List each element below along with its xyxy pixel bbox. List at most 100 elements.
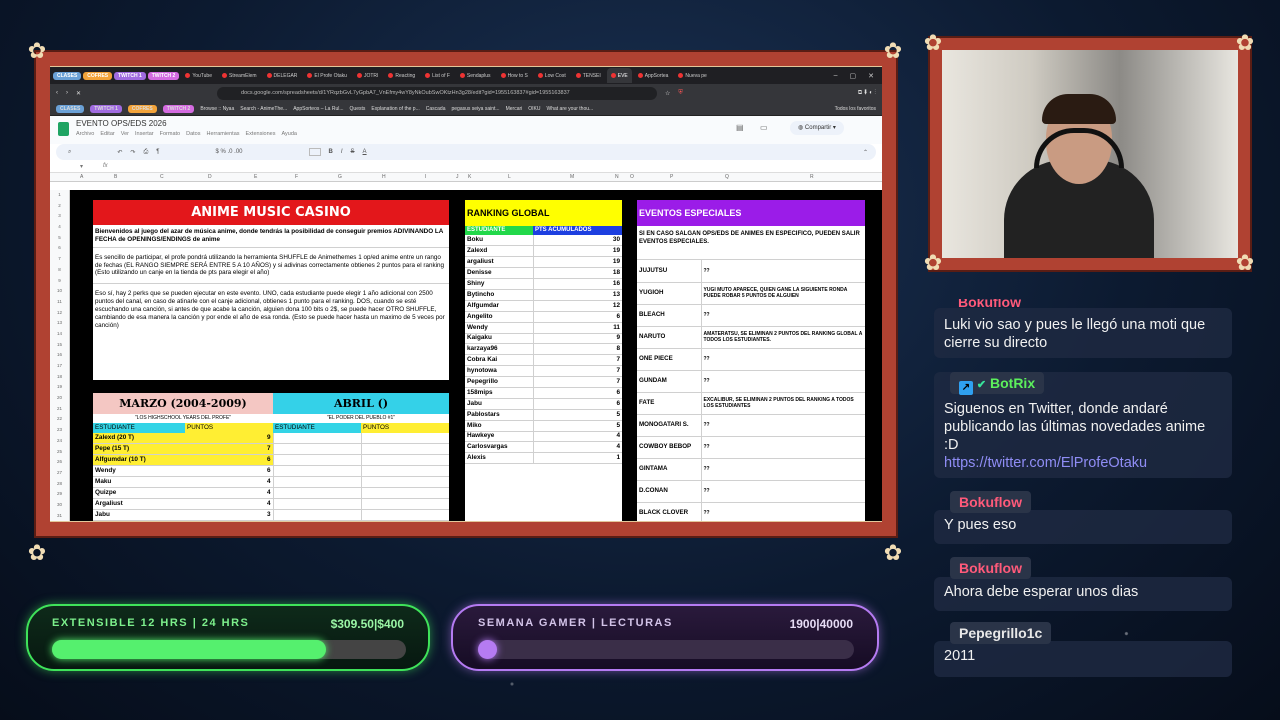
collapse-toolbar-icon[interactable]: ⌃: [863, 149, 876, 156]
row-header[interactable]: 7: [50, 254, 69, 265]
brave-shield-icon[interactable]: ⛨: [678, 90, 683, 97]
bookmark-item[interactable]: pegasus seiya saint...: [451, 106, 499, 112]
forward-icon[interactable]: ›: [66, 90, 68, 96]
stop-icon[interactable]: ✕: [76, 90, 81, 97]
paint-format-icon[interactable]: ¶: [156, 149, 159, 155]
column-header[interactable]: E: [254, 174, 257, 180]
name-box[interactable]: ▾: [80, 163, 83, 170]
close-icon[interactable]: ✕: [868, 72, 874, 80]
browser-tab[interactable]: StreamElem: [218, 73, 261, 79]
row-header[interactable]: 22: [50, 414, 69, 425]
redo-icon[interactable]: ↷: [130, 149, 135, 156]
tab-group-1[interactable]: COFRES: [83, 71, 113, 80]
row-header[interactable]: 29: [50, 489, 69, 500]
row-header[interactable]: 30: [50, 500, 69, 511]
column-header[interactable]: P: [670, 174, 673, 180]
minimize-icon[interactable]: –: [834, 72, 838, 80]
tab-group-2[interactable]: TWITCH 1: [114, 71, 146, 80]
column-header[interactable]: J: [456, 174, 459, 180]
column-header[interactable]: D: [208, 174, 212, 180]
bookmark-item[interactable]: What are your thou...: [546, 106, 593, 112]
bookmark-item[interactable]: Todos los favoritos: [835, 106, 876, 112]
share-button[interactable]: ◍ Compartir ▾: [790, 121, 844, 135]
print-icon[interactable]: ⎙: [143, 149, 148, 156]
column-header[interactable]: G: [338, 174, 342, 180]
bookmark-item[interactable]: AppSorteos – La Rul...: [293, 106, 343, 112]
browser-tab[interactable]: Sendaplus: [456, 73, 495, 79]
row-header[interactable]: 27: [50, 468, 69, 479]
tab-group-0[interactable]: CLASES: [53, 71, 82, 80]
row-header[interactable]: 21: [50, 404, 69, 415]
column-header[interactable]: Q: [725, 174, 729, 180]
menu-item[interactable]: Formato: [160, 131, 180, 137]
browser-tab[interactable]: Nueva pe: [674, 73, 710, 79]
menu-item[interactable]: Insertar: [135, 131, 154, 137]
row-header[interactable]: 16: [50, 350, 69, 361]
browser-tab[interactable]: El Profe Otaku: [303, 73, 351, 79]
bookmark-item[interactable]: Cascada: [426, 106, 446, 112]
formula-bar[interactable]: ▾ fx: [50, 160, 882, 173]
row-header[interactable]: 4: [50, 222, 69, 233]
row-header[interactable]: 28: [50, 479, 69, 490]
row-header[interactable]: 3: [50, 211, 69, 222]
undo-icon[interactable]: ↶: [117, 149, 122, 156]
row-header[interactable]: 26: [50, 457, 69, 468]
row-header[interactable]: 14: [50, 329, 69, 340]
row-header[interactable]: 11: [50, 297, 69, 308]
menu-item[interactable]: Ayuda: [281, 131, 297, 137]
bookmark-item[interactable]: COFRES: [127, 104, 157, 113]
row-header[interactable]: 24: [50, 436, 69, 447]
column-header[interactable]: M: [570, 174, 574, 180]
strikethrough-icon[interactable]: S: [351, 149, 355, 155]
column-header[interactable]: H: [382, 174, 386, 180]
row-header[interactable]: 6: [50, 243, 69, 254]
bookmark-item[interactable]: CLASES: [56, 104, 85, 113]
bookmark-item[interactable]: TWITCH 1: [90, 104, 122, 113]
bold-icon[interactable]: B: [329, 149, 333, 155]
menu-item[interactable]: Herramientas: [207, 131, 240, 137]
bookmark-star-icon[interactable]: ☆: [665, 90, 670, 97]
bookmark-item[interactable]: Quests: [350, 106, 366, 112]
row-header[interactable]: 9: [50, 276, 69, 287]
column-header[interactable]: A: [80, 174, 83, 180]
column-header[interactable]: N: [615, 174, 619, 180]
browser-tab[interactable]: Reacting: [384, 73, 419, 79]
bookmark-item[interactable]: OIKU: [528, 106, 540, 112]
row-header[interactable]: 25: [50, 447, 69, 458]
bookmark-item[interactable]: Browse :: Nyaa: [200, 106, 234, 112]
bookmark-item[interactable]: Search - AnimeThe...: [240, 106, 287, 112]
row-header[interactable]: 15: [50, 340, 69, 351]
text-color-icon[interactable]: A: [363, 149, 367, 155]
browser-tab[interactable]: DELEGAR: [263, 73, 302, 79]
doc-title[interactable]: EVENTO OPS/EDS 2026: [76, 119, 167, 128]
column-header[interactable]: C: [160, 174, 164, 180]
menu-item[interactable]: Ver: [121, 131, 129, 137]
row-header[interactable]: 10: [50, 286, 69, 297]
browser-tab[interactable]: List of F: [421, 73, 454, 79]
currency-icon[interactable]: $ % .0 .00: [215, 149, 242, 155]
menu-item[interactable]: Archivo: [76, 131, 94, 137]
row-header[interactable]: 1: [50, 190, 69, 201]
search-icon[interactable]: ⌕: [68, 149, 71, 156]
browser-tab[interactable]: JOTRI: [353, 73, 382, 79]
browser-tab[interactable]: AppSortea: [634, 73, 673, 79]
extensions-icon[interactable]: ⧉ ⬇ ◐ ⋮: [858, 90, 876, 97]
meet-icon[interactable]: ▭: [760, 123, 768, 132]
column-header[interactable]: O: [630, 174, 634, 180]
browser-tab[interactable]: How to S: [497, 73, 532, 79]
row-header[interactable]: 5: [50, 233, 69, 244]
bookmark-item[interactable]: Mercari: [506, 106, 523, 112]
row-header[interactable]: 12: [50, 308, 69, 319]
comment-icon[interactable]: ▤: [736, 123, 744, 132]
row-header[interactable]: 13: [50, 318, 69, 329]
column-header[interactable]: B: [114, 174, 117, 180]
column-header[interactable]: R: [810, 174, 814, 180]
bookmark-item[interactable]: Explanation of the p...: [371, 106, 419, 112]
url-input[interactable]: docs.google.com/spreadsheets/d/1YRqzbGvL…: [217, 86, 658, 100]
browser-tab[interactable]: EVE: [606, 68, 632, 83]
row-header[interactable]: 8: [50, 265, 69, 276]
column-header[interactable]: K: [468, 174, 471, 180]
menu-item[interactable]: Datos: [186, 131, 200, 137]
font-size-input[interactable]: [308, 148, 321, 156]
tab-group-3[interactable]: TWITCH 2: [147, 71, 180, 80]
